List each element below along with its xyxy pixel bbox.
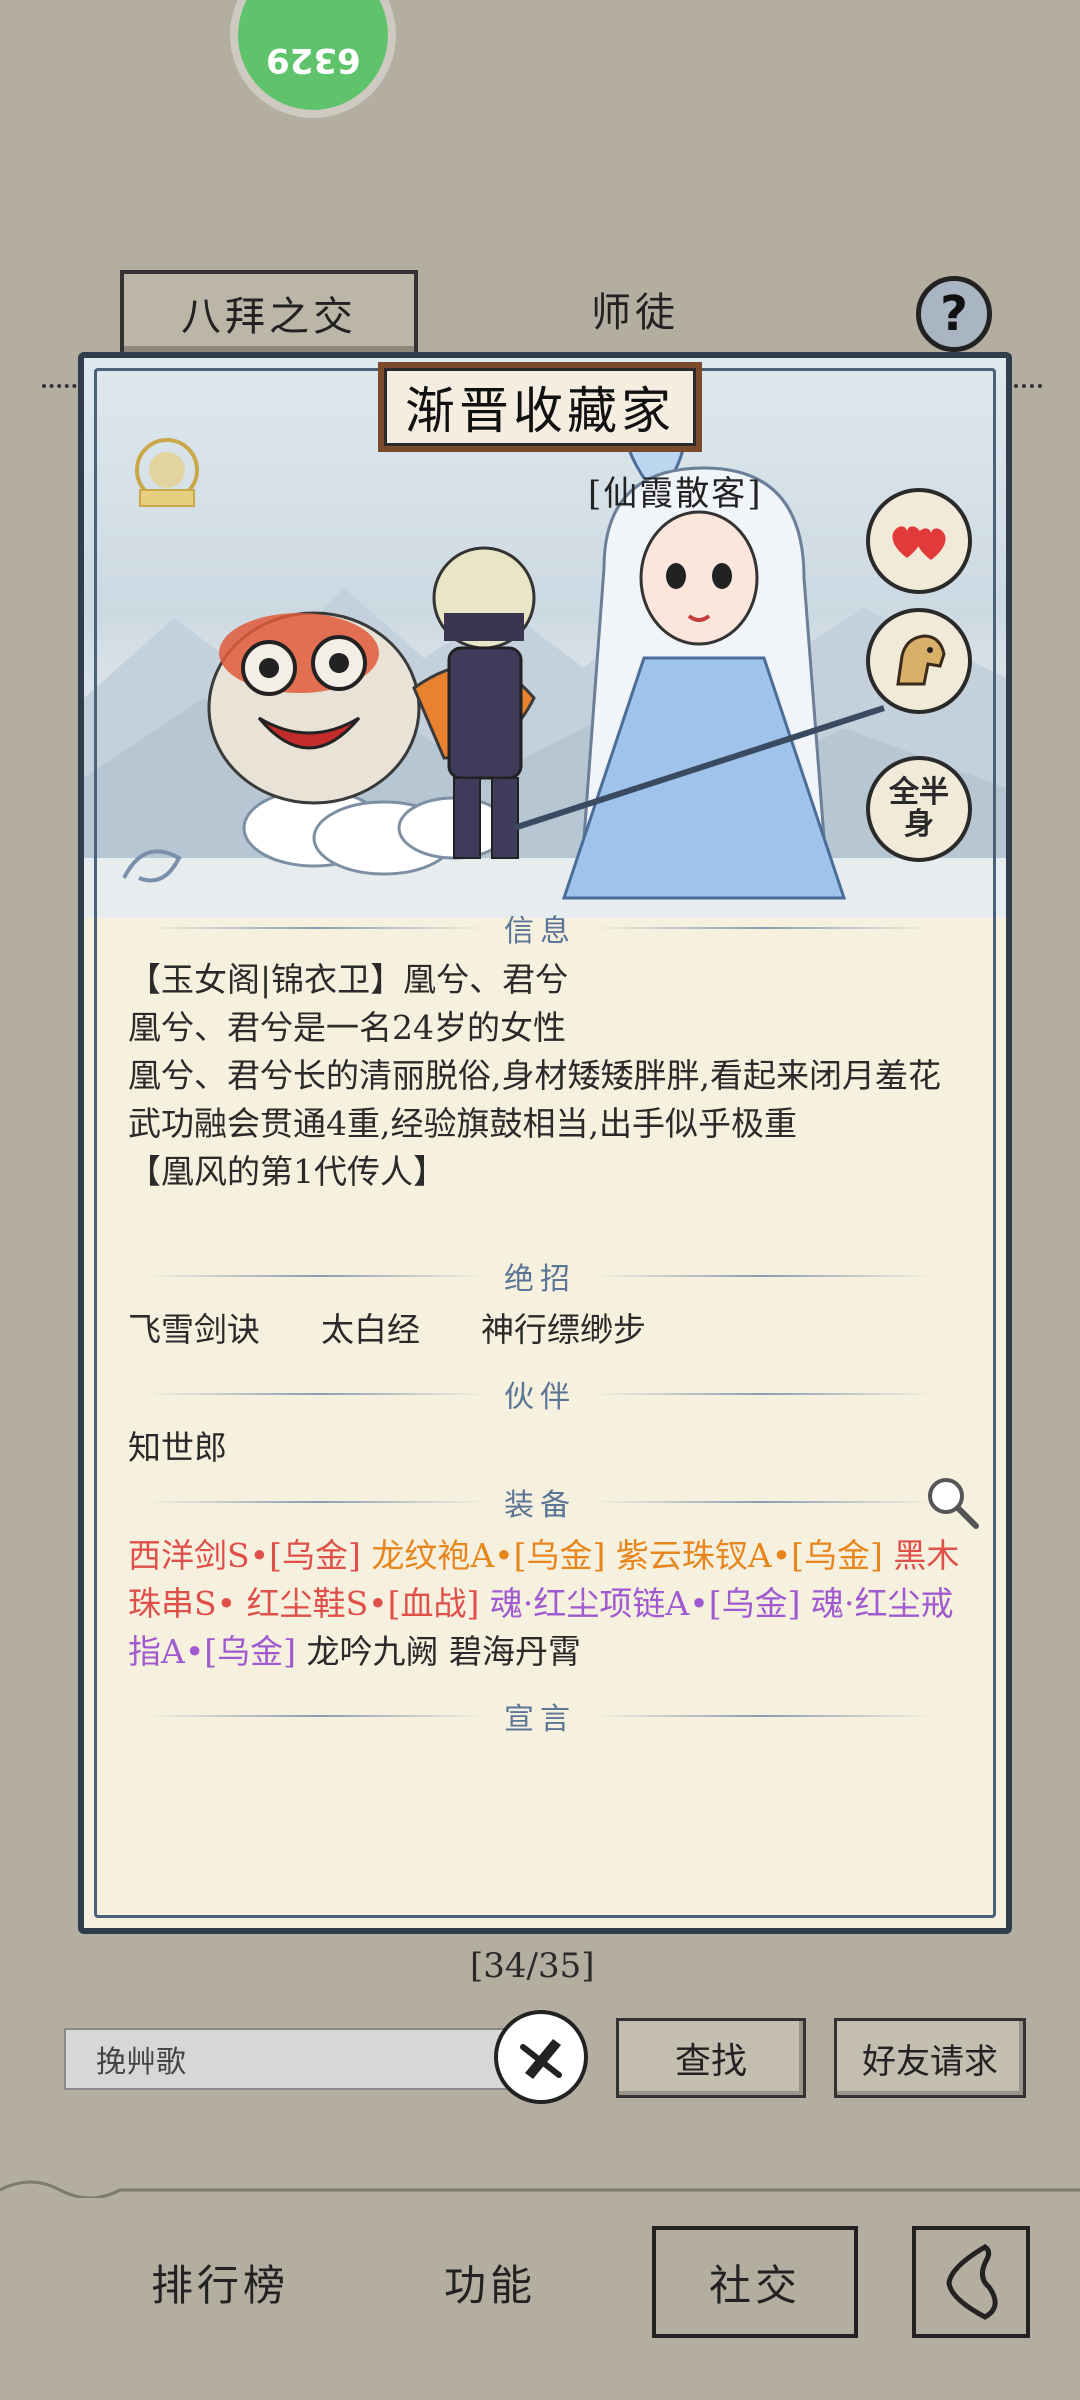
back-button[interactable] [912, 2226, 1030, 2338]
player-title: 渐晋收藏家 [384, 368, 696, 446]
skill-item: 太白经 [321, 1310, 420, 1349]
section-header-equipment: 装备 [130, 1482, 950, 1523]
equipment-item[interactable]: 碧海丹霄 [449, 1632, 581, 1671]
find-button[interactable]: 查找 [616, 2018, 806, 2098]
page-counter: [34/35] [470, 1946, 595, 1986]
info-martial-line: 武功融会贯通4重,经验旗鼓相当,出手似乎极重 [128, 1104, 797, 1143]
tab-sworn-siblings-label: 八拜之交 [181, 294, 357, 340]
help-icon[interactable]: ? [916, 276, 992, 352]
currency-badge-value: 6329 [265, 40, 361, 80]
back-arrow-icon [946, 2244, 998, 2320]
friend-request-button[interactable]: 好友请求 [834, 2018, 1026, 2098]
tab-master-apprentice-label: 师徒 [591, 290, 679, 336]
character-nickname: [仙霞散客] [588, 474, 763, 514]
full-half-body-toggle[interactable]: 全半身 [866, 756, 972, 862]
full-half-body-label: 全半身 [889, 775, 949, 842]
horse-icon [896, 634, 946, 686]
seal-icon [135, 438, 199, 507]
equipment-item[interactable]: 龙吟九阙 [307, 1632, 439, 1671]
mount-button[interactable] [866, 608, 972, 714]
equipment-item[interactable]: 龙纹袍A•[乌金] [371, 1536, 605, 1575]
hearts-button[interactable] [866, 488, 972, 594]
skill-item: 飞雪剑诀 [128, 1310, 260, 1349]
info-faction-line: 【玉女阁|锦衣卫】凰兮、君兮 [128, 960, 569, 999]
info-appearance-line: 凰兮、君兮长的清丽脱俗,身材矮矮胖胖,看起来闭月羞花 [128, 1056, 941, 1095]
skill-item: 神行缥缈步 [481, 1310, 646, 1349]
info-age-line: 凰兮、君兮是一名24岁的女性 [128, 1008, 566, 1047]
skills-list: 飞雪剑诀 太白经 神行缥缈步 [128, 1306, 978, 1354]
partner-name: 知世郎 [128, 1428, 227, 1467]
clear-search-button[interactable] [494, 2010, 588, 2104]
tab-master-apprentice[interactable]: 师徒 [470, 270, 800, 348]
equipment-item[interactable]: 西洋剑S•[乌金] [128, 1536, 361, 1575]
info-lineage-line: 【凰风的第1代传人】 [128, 1152, 446, 1191]
nav-functions[interactable]: 功能 [420, 2226, 560, 2338]
hearts-icon [892, 526, 946, 560]
magnifier-icon[interactable] [922, 1472, 982, 1532]
title-plaque: 渐晋收藏家 [378, 362, 702, 452]
equipment-item[interactable]: 红尘鞋S•[血战] [247, 1584, 480, 1623]
currency-badge[interactable]: 6329 [238, 0, 388, 110]
tab-sworn-siblings[interactable]: 八拜之交 [120, 270, 418, 356]
section-header-skills: 绝招 [130, 1256, 950, 1297]
section-header-partner: 伙伴 [130, 1374, 950, 1415]
equipment-item[interactable]: 魂·红尘项链A•[乌金] [490, 1584, 801, 1623]
section-header-info: 信息 [130, 908, 950, 949]
equipment-list: 西洋剑S•[乌金] 龙纹袍A•[乌金] 紫云珠钗A•[乌金] 黑木珠串S• 红尘… [128, 1532, 978, 1676]
nav-leaderboard[interactable]: 排行榜 [130, 2226, 310, 2338]
player-search-input[interactable] [64, 2028, 512, 2090]
clear-brush-icon [520, 2039, 562, 2079]
info-block: 【玉女阁|锦衣卫】凰兮、君兮 凰兮、君兮是一名24岁的女性 凰兮、君兮长的清丽脱… [128, 956, 978, 1196]
nav-social[interactable]: 社交 [652, 2226, 858, 2338]
section-header-declaration: 宣言 [130, 1696, 950, 1737]
equipment-item[interactable]: 紫云珠钗A•[乌金] [616, 1536, 883, 1575]
